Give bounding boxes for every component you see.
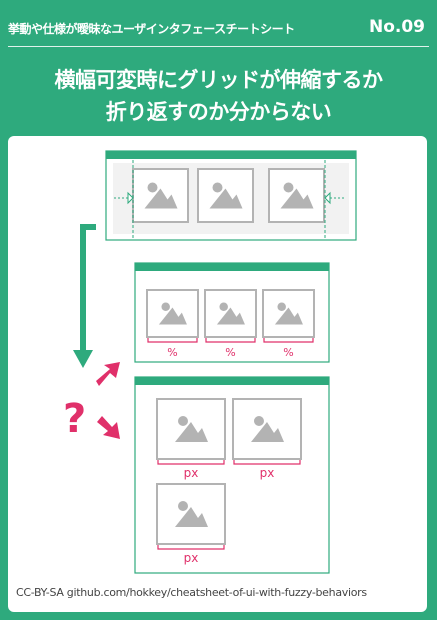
fixed-image-3: [156, 483, 226, 545]
license-credit: CC-BY-SA github.com/hokkey/cheatsheet-of…: [16, 586, 367, 599]
fluid-image-2: [204, 289, 257, 338]
top-window-image-1: [132, 168, 189, 223]
fixed-image-1: [156, 398, 226, 460]
percent-label-3: %: [283, 346, 293, 359]
question-mark: ?: [63, 396, 86, 442]
px-label-2: px: [260, 466, 275, 480]
percent-label-2: %: [225, 346, 235, 359]
top-window-image-3: [268, 168, 325, 223]
diagonal-arrow-icon: [97, 416, 120, 439]
grid-behavior-diagram: ? % % % px px px: [63, 150, 357, 574]
px-label-1: px: [184, 466, 199, 480]
fluid-image-1: [146, 289, 199, 338]
top-window-image-2: [197, 168, 254, 223]
fixed-image-2: [232, 398, 302, 460]
diagonal-arrow-icon: [96, 362, 120, 386]
px-label-3: px: [184, 551, 199, 565]
fluid-image-3: [262, 289, 315, 338]
percent-label-1: %: [167, 346, 177, 359]
down-arrow-icon: [73, 224, 96, 368]
